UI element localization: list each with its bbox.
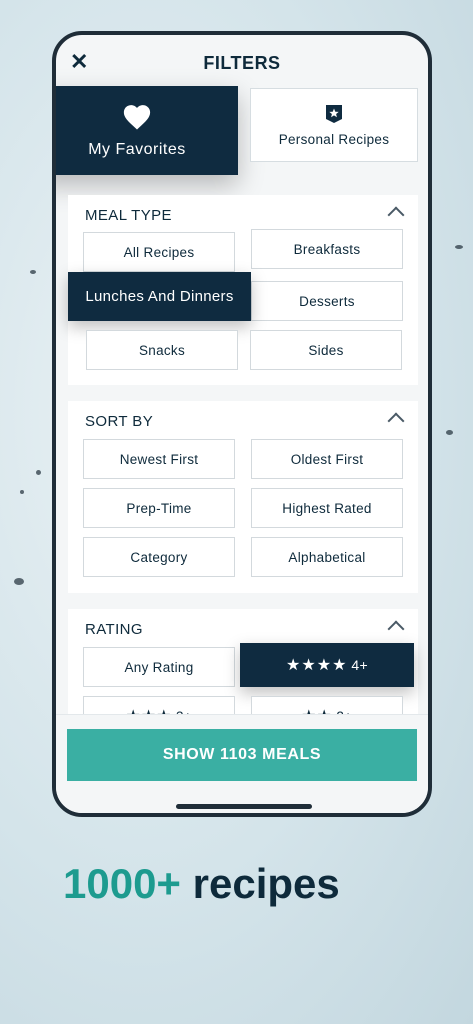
meal-option-sides[interactable]: Sides xyxy=(250,330,402,370)
tab-personal-recipes-label: Personal Recipes xyxy=(278,131,390,147)
rating-heading: RATING xyxy=(85,621,143,638)
rating-option-any[interactable]: Any Rating xyxy=(83,647,235,687)
filters-header: ✕ FILTERS xyxy=(56,35,428,93)
sort-by-heading: SORT BY xyxy=(85,413,154,430)
sort-option-highest-rated[interactable]: Highest Rated xyxy=(251,488,403,528)
home-indicator xyxy=(176,804,312,809)
meal-type-section: MEAL TYPE All Recipes Breakfasts Dessert… xyxy=(68,195,418,385)
meal-type-heading: MEAL TYPE xyxy=(85,207,172,224)
background-speck xyxy=(30,270,36,274)
filters-footer: SHOW 1103 MEALS xyxy=(56,714,428,813)
phone-frame: ✕ FILTERS My Favorites Personal Recipes … xyxy=(52,31,432,817)
tagline-rest: recipes xyxy=(180,860,340,907)
show-meals-button[interactable]: SHOW 1103 MEALS xyxy=(67,729,417,781)
chevron-up-icon[interactable] xyxy=(387,412,405,430)
heart-icon xyxy=(123,104,151,129)
sort-by-section: SORT BY Newest First Oldest First Prep-T… xyxy=(68,401,418,593)
background-speck xyxy=(446,430,453,435)
background-speck xyxy=(455,245,463,249)
tab-my-favorites-label: My Favorites xyxy=(88,140,186,158)
star-rating-icon: ★★★★ xyxy=(286,657,348,674)
sort-option-category[interactable]: Category xyxy=(83,537,235,577)
meal-option-desserts[interactable]: Desserts xyxy=(251,281,403,321)
tagline-accent: 1000+ xyxy=(63,860,181,907)
tab-my-favorites[interactable]: My Favorites xyxy=(56,86,238,175)
chevron-up-icon[interactable] xyxy=(387,206,405,224)
rating-option-4-plus[interactable]: ★★★★ 4+ xyxy=(240,643,414,687)
chevron-up-icon[interactable] xyxy=(387,620,405,638)
marketing-tagline: 1000+ recipes xyxy=(63,860,340,908)
meal-option-snacks[interactable]: Snacks xyxy=(86,330,238,370)
meal-option-lunches-and-dinners[interactable]: Lunches And Dinners xyxy=(68,272,251,321)
tab-personal-recipes[interactable]: Personal Recipes xyxy=(250,88,418,162)
meal-option-all-recipes[interactable]: All Recipes xyxy=(83,232,235,272)
sort-option-prep-time[interactable]: Prep-Time xyxy=(83,488,235,528)
meal-option-breakfasts[interactable]: Breakfasts xyxy=(251,229,403,269)
sort-option-oldest-first[interactable]: Oldest First xyxy=(251,439,403,479)
star-badge-icon xyxy=(326,104,342,123)
page-title: FILTERS xyxy=(203,53,281,73)
background-speck xyxy=(20,490,24,494)
sort-option-alphabetical[interactable]: Alphabetical xyxy=(251,537,403,577)
sort-option-newest-first[interactable]: Newest First xyxy=(83,439,235,479)
background-speck xyxy=(36,470,41,475)
background-speck xyxy=(14,578,24,585)
